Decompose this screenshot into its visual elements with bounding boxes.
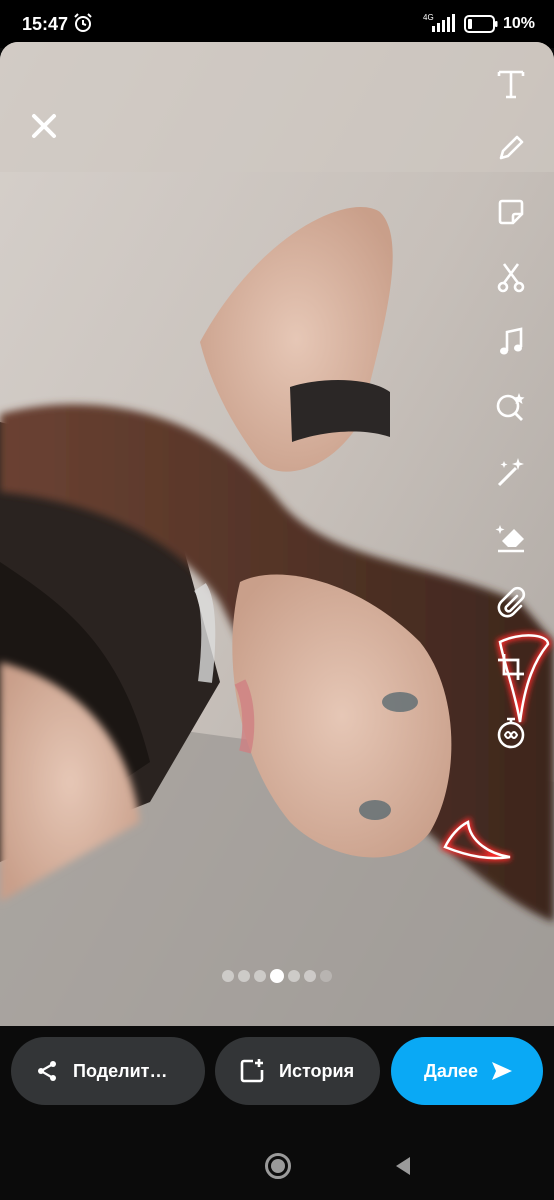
page-dot[interactable]	[320, 970, 332, 982]
text-tool[interactable]	[490, 62, 532, 104]
status-bar: 15:47 4G 10%	[0, 0, 554, 48]
page-dot[interactable]	[222, 970, 234, 982]
attach-tool[interactable]	[490, 582, 532, 624]
battery-percent: 10%	[503, 15, 536, 32]
add-story-icon	[240, 1059, 264, 1083]
draw-tool[interactable]	[490, 127, 532, 169]
sticker-tool[interactable]	[490, 191, 532, 233]
snap-preview[interactable]	[0, 42, 554, 1026]
lens-search-icon	[496, 393, 525, 421]
crop-icon	[498, 654, 524, 680]
home-button[interactable]	[265, 1153, 291, 1179]
page-dot[interactable]	[304, 970, 316, 982]
paperclip-icon	[497, 586, 526, 618]
back-button[interactable]	[396, 1157, 410, 1175]
send-arrow-icon	[492, 1062, 513, 1080]
battery-icon	[464, 15, 498, 33]
share-icon	[38, 1061, 56, 1081]
share-button-label: Поделит…	[73, 1060, 168, 1081]
story-button-label: История	[279, 1060, 355, 1081]
next-button[interactable]: Далее	[391, 1037, 543, 1105]
signal-icon	[432, 14, 455, 32]
share-button[interactable]: Поделит…	[11, 1037, 205, 1105]
pencil-icon	[499, 135, 524, 160]
page-dot[interactable]	[238, 970, 250, 982]
crop-tool[interactable]	[490, 646, 532, 688]
scissors-icon	[497, 263, 525, 293]
page-dot-active[interactable]	[270, 969, 284, 983]
scissors-tool[interactable]	[490, 256, 532, 298]
music-note-icon	[500, 327, 523, 355]
lens-tool[interactable]	[490, 386, 532, 428]
alarm-icon	[74, 13, 92, 32]
magic-eraser-icon	[495, 525, 524, 553]
page-dot[interactable]	[254, 970, 266, 982]
status-time: 15:47	[22, 14, 69, 34]
text-icon	[497, 70, 525, 99]
eraser-tool[interactable]	[490, 517, 532, 559]
magic-wand-icon	[497, 458, 524, 487]
photo-content	[0, 42, 554, 1026]
sticker-icon	[498, 199, 524, 225]
page-dot[interactable]	[288, 970, 300, 982]
magic-tool[interactable]	[490, 451, 532, 493]
page-indicator	[0, 968, 554, 984]
timer-tool[interactable]	[490, 712, 532, 754]
music-tool[interactable]	[490, 321, 532, 363]
story-button[interactable]: История	[215, 1037, 380, 1105]
close-icon[interactable]	[26, 108, 62, 144]
next-button-label: Далее	[424, 1060, 479, 1081]
timer-icon	[497, 717, 525, 749]
